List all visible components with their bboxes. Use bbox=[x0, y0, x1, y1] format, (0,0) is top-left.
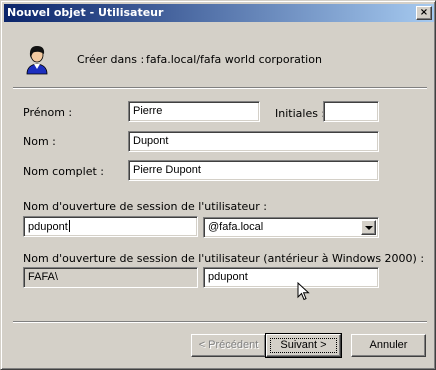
logon-name-value: pdupont bbox=[28, 221, 68, 233]
next-button[interactable]: Suivant > bbox=[265, 333, 342, 358]
first-name-field[interactable]: Pierre bbox=[128, 101, 260, 122]
dialog-window: Nouvel objet - Utilisateur × Créer dans … bbox=[0, 0, 436, 370]
pre2000-logon-field[interactable]: pdupont bbox=[203, 267, 379, 288]
pre2000-domain-field: FAFA\ bbox=[23, 267, 198, 288]
create-in-path: fafa.local/fafa world corporation bbox=[146, 53, 322, 66]
first-name-label: Prénom : bbox=[23, 106, 73, 119]
last-name-label: Nom : bbox=[23, 135, 56, 148]
separator-bottom bbox=[13, 321, 427, 323]
logon-name-label: Nom d'ouverture de session de l'utilisat… bbox=[23, 200, 267, 213]
text-caret bbox=[68, 220, 70, 232]
chevron-down-icon[interactable] bbox=[361, 220, 376, 235]
last-name-field[interactable]: Dupont bbox=[128, 131, 379, 152]
mouse-cursor-icon bbox=[297, 282, 310, 301]
full-name-label: Nom complet : bbox=[23, 165, 104, 178]
full-name-field[interactable]: Pierre Dupont bbox=[128, 160, 379, 181]
initials-field[interactable] bbox=[323, 101, 379, 122]
title-bar[interactable]: Nouvel objet - Utilisateur × bbox=[4, 4, 434, 22]
close-icon: × bbox=[419, 7, 429, 18]
user-icon bbox=[26, 46, 48, 75]
close-button[interactable]: × bbox=[416, 6, 432, 20]
cancel-button[interactable]: Annuler bbox=[351, 334, 426, 357]
domain-select-value: @fafa.local bbox=[208, 221, 264, 233]
back-button[interactable]: < Précédent bbox=[191, 334, 266, 357]
logon-name-field[interactable]: pdupont bbox=[23, 216, 198, 237]
initials-label: Initiales : bbox=[275, 107, 326, 120]
domain-select[interactable]: @fafa.local bbox=[203, 217, 379, 238]
focus-rect bbox=[270, 338, 337, 353]
separator-top bbox=[13, 87, 427, 89]
create-in-label: Créer dans : bbox=[77, 53, 145, 66]
pre2000-label: Nom d'ouverture de session de l'utilisat… bbox=[23, 252, 425, 265]
window-title: Nouvel objet - Utilisateur bbox=[7, 6, 164, 19]
